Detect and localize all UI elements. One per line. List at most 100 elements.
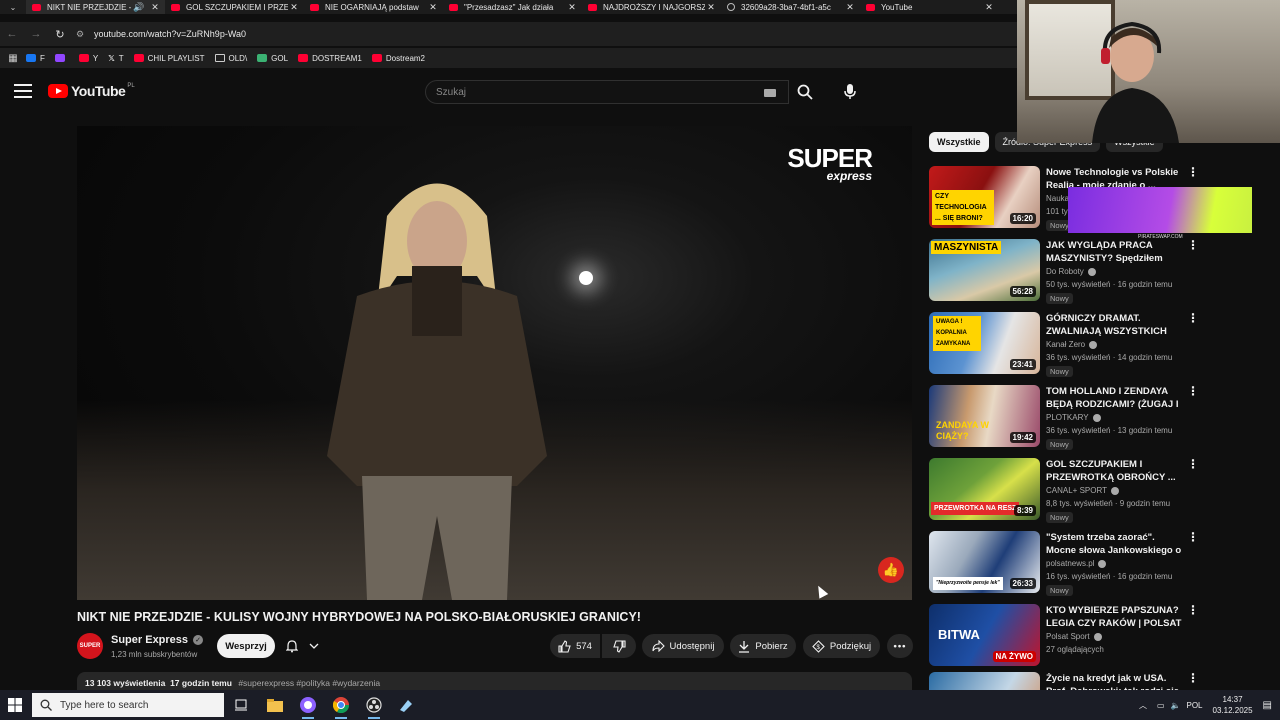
video-player[interactable]: SUPER express xyxy=(77,126,912,600)
recommendation-item[interactable]: MASZYNISTA 56:28 JAK WYGLĄDA PRACA MASZY… xyxy=(929,239,1199,305)
video-thumbnail[interactable]: "Nieprzyzwoite pensje lek" 26:33 xyxy=(929,531,1040,593)
file-explorer-icon[interactable] xyxy=(265,695,285,715)
chip-all[interactable]: Wszystkie xyxy=(929,132,989,152)
recommendation-title[interactable]: GOL SZCZUPAKIEM I PRZEWROTKĄ OBROŃCY ... xyxy=(1046,458,1182,484)
url-field[interactable]: ⚙ youtube.com/watch?v=ZuRNh9p-Wa0 xyxy=(76,24,1020,44)
network-icon[interactable]: ▭ xyxy=(1157,701,1165,710)
recommendation-title[interactable]: "System trzeba zaorać". Mocne słowa Jank… xyxy=(1046,531,1182,557)
recommendation-channel[interactable]: Nauka xyxy=(1046,194,1069,203)
video-thumbnail[interactable] xyxy=(929,672,1040,690)
notification-icon[interactable]: ▤ xyxy=(1263,700,1272,711)
video-thumbnail[interactable]: CZY TECHNOLOGIA ... SIĘ BRONI? 16:20 xyxy=(929,166,1040,228)
site-info-icon[interactable]: ⚙ xyxy=(76,29,90,40)
browser-tab[interactable]: "Przesadzasz" Jak działa ✕ xyxy=(443,0,582,14)
recommendation-channel[interactable]: Kanał Zero xyxy=(1046,340,1085,349)
taskbar-search-input[interactable]: Type here to search xyxy=(32,693,224,717)
language-indicator[interactable]: POL xyxy=(1186,701,1202,710)
recommendation-title[interactable]: Życie na kredyt jak w USA. Prof. Dąbrows… xyxy=(1046,672,1182,690)
recommendation-title[interactable]: TOM HOLLAND I ZENDAYA BĘDĄ RODZICAMI? (Ż… xyxy=(1046,385,1182,411)
recommendation-item[interactable]: PRZEWROTKA NA RESZ 8:39 GOL SZCZUPAKIEM … xyxy=(929,458,1199,524)
obs-icon[interactable] xyxy=(364,695,384,719)
bookmark-item[interactable]: Y xyxy=(78,54,98,63)
taskbar-clock[interactable]: 14:37 03.12.2025 xyxy=(1213,694,1253,716)
video-thumbnail[interactable]: PRZEWROTKA NA RESZ 8:39 xyxy=(929,458,1040,520)
recommendation-channel[interactable]: Polsat Sport xyxy=(1046,632,1090,641)
close-tab-icon[interactable]: ✕ xyxy=(288,2,300,13)
channel-avatar[interactable]: SUPER xyxy=(77,633,103,659)
hashtags[interactable]: #superexpress #polityka #wydarzenia xyxy=(238,678,380,688)
recommendation-item[interactable]: "Nieprzyzwoite pensje lek" 26:33 "System… xyxy=(929,531,1199,597)
browser-tab[interactable]: NIE OGARNIAJĄ podstaw ✕ xyxy=(304,0,443,14)
close-tab-icon[interactable]: ✕ xyxy=(844,2,856,13)
chrome-icon[interactable] xyxy=(331,695,351,719)
share-button[interactable]: Udostępnij xyxy=(642,634,724,658)
browser-tab[interactable]: GOL SZCZUPAKIEM I PRZEWROTKĄ ✕ xyxy=(165,0,304,14)
more-vertical-icon[interactable]: ⋮ xyxy=(1187,672,1199,684)
recommendation-title[interactable]: GÓRNICZY DRAMAT. ZWALNIAJĄ WSZYSTKICH TU… xyxy=(1046,312,1182,338)
forward-icon[interactable]: → xyxy=(24,28,48,40)
app-icon[interactable] xyxy=(396,695,416,715)
bookmark-item[interactable]: 𝕏T xyxy=(108,54,123,63)
more-vertical-icon[interactable]: ⋮ xyxy=(1187,458,1199,470)
discord-icon[interactable] xyxy=(298,695,318,719)
recommendation-item[interactable]: Życie na kredyt jak w USA. Prof. Dąbrows… xyxy=(929,672,1199,690)
recommendation-channel[interactable]: Do Roboty xyxy=(1046,267,1084,276)
more-vertical-icon[interactable]: ⋮ xyxy=(1187,385,1199,397)
recommendation-item[interactable]: BITWA NA ŻYWO KTO WYBIERZE PAPSZUNA? LEG… xyxy=(929,604,1199,670)
search-input[interactable]: Szukaj xyxy=(425,80,789,104)
browser-tab[interactable]: NAJDROŻSZY I NAJGORSZY ✕ xyxy=(582,0,721,14)
recommendation-item[interactable]: UWAGA ! KOPALNIA ZAMYKANA 23:41 GÓRNICZY… xyxy=(929,312,1199,378)
channel-name[interactable]: Super Express ✓ xyxy=(111,634,204,646)
back-icon[interactable]: ← xyxy=(0,28,24,40)
youtube-logo[interactable]: YouTube PL xyxy=(48,83,135,99)
recommendation-channel[interactable]: CANAL+ SPORT xyxy=(1046,486,1107,495)
more-vertical-icon[interactable]: ⋮ xyxy=(1187,239,1199,251)
notifications-button[interactable] xyxy=(282,634,328,658)
thanks-button[interactable]: $ Podziękuj xyxy=(803,634,880,658)
more-vertical-icon[interactable]: ⋮ xyxy=(1187,531,1199,543)
more-actions-button[interactable]: ••• xyxy=(887,634,913,658)
close-tab-icon[interactable]: ✕ xyxy=(566,2,578,13)
search-button[interactable] xyxy=(789,80,821,104)
like-button[interactable]: 574 xyxy=(550,634,600,658)
recommendation-title[interactable]: KTO WYBIERZE PAPSZUNA? LEGIA CZY RAKÓW |… xyxy=(1046,604,1182,630)
video-thumbnail[interactable]: UWAGA ! KOPALNIA ZAMYKANA 23:41 xyxy=(929,312,1040,374)
recommendation-channel[interactable]: PLOTKARY xyxy=(1046,413,1089,422)
recommendation-channel[interactable]: polsatnews.pl xyxy=(1046,559,1094,568)
bookmark-item[interactable]: F xyxy=(26,54,45,63)
download-button[interactable]: Pobierz xyxy=(730,634,796,658)
browser-tab[interactable]: YouTube ✕ xyxy=(860,0,999,14)
tray-chevron-up-icon[interactable]: ︿ xyxy=(1139,700,1147,711)
apps-grid-icon[interactable]: ▦ xyxy=(0,53,26,64)
more-vertical-icon[interactable]: ⋮ xyxy=(1187,166,1199,178)
volume-icon[interactable]: 🔈 xyxy=(1171,701,1181,710)
more-vertical-icon[interactable]: ⋮ xyxy=(1187,604,1199,616)
voice-search-button[interactable] xyxy=(836,80,864,104)
bookmark-folder[interactable]: OLD\ xyxy=(214,54,247,63)
video-thumbnail[interactable]: ZANDAYA W CIĄŻY? 19:42 xyxy=(929,385,1040,447)
bookmark-item[interactable]: CHIL PLAYLIST xyxy=(133,54,205,63)
close-tab-icon[interactable]: ✕ xyxy=(983,2,995,13)
description-box[interactable]: 13 103 wyświetlenia 17 godzin temu #supe… xyxy=(77,672,912,692)
browser-tab[interactable]: 32609a28-3ba7-4bf1-a5c ✕ xyxy=(721,0,860,14)
windows-start-icon[interactable] xyxy=(8,698,22,712)
recommendation-title[interactable]: JAK WYGLĄDA PRACA MASZYNISTY? Spędziłem … xyxy=(1046,239,1182,265)
video-thumbnail[interactable]: BITWA NA ŻYWO xyxy=(929,604,1040,666)
recommendation-item[interactable]: ZANDAYA W CIĄŻY? 19:42 TOM HOLLAND I ZEN… xyxy=(929,385,1199,451)
dislike-button[interactable] xyxy=(602,634,636,658)
video-thumbnail[interactable]: MASZYNISTA 56:28 xyxy=(929,239,1040,301)
more-vertical-icon[interactable]: ⋮ xyxy=(1187,312,1199,324)
browser-tab[interactable]: NIKT NIE PRZEJDZIE - KULISY 🔊 ✕ xyxy=(26,0,165,14)
close-tab-icon[interactable]: ✕ xyxy=(705,2,717,13)
reload-icon[interactable]: ↻ xyxy=(48,28,72,41)
bookmark-item[interactable]: Dostream2 xyxy=(371,54,425,63)
bookmark-item[interactable]: DOSTREAM1 xyxy=(298,54,362,63)
keyboard-icon[interactable] xyxy=(764,89,776,97)
tab-search-button[interactable]: ⌄ xyxy=(0,0,26,14)
support-button[interactable]: Wesprzyj xyxy=(217,634,275,658)
close-tab-icon[interactable]: ✕ xyxy=(149,2,161,13)
bookmark-item[interactable] xyxy=(54,54,69,62)
task-view-icon[interactable] xyxy=(231,695,251,715)
menu-icon[interactable] xyxy=(14,84,32,98)
bookmark-item[interactable]: GOL xyxy=(257,54,288,63)
